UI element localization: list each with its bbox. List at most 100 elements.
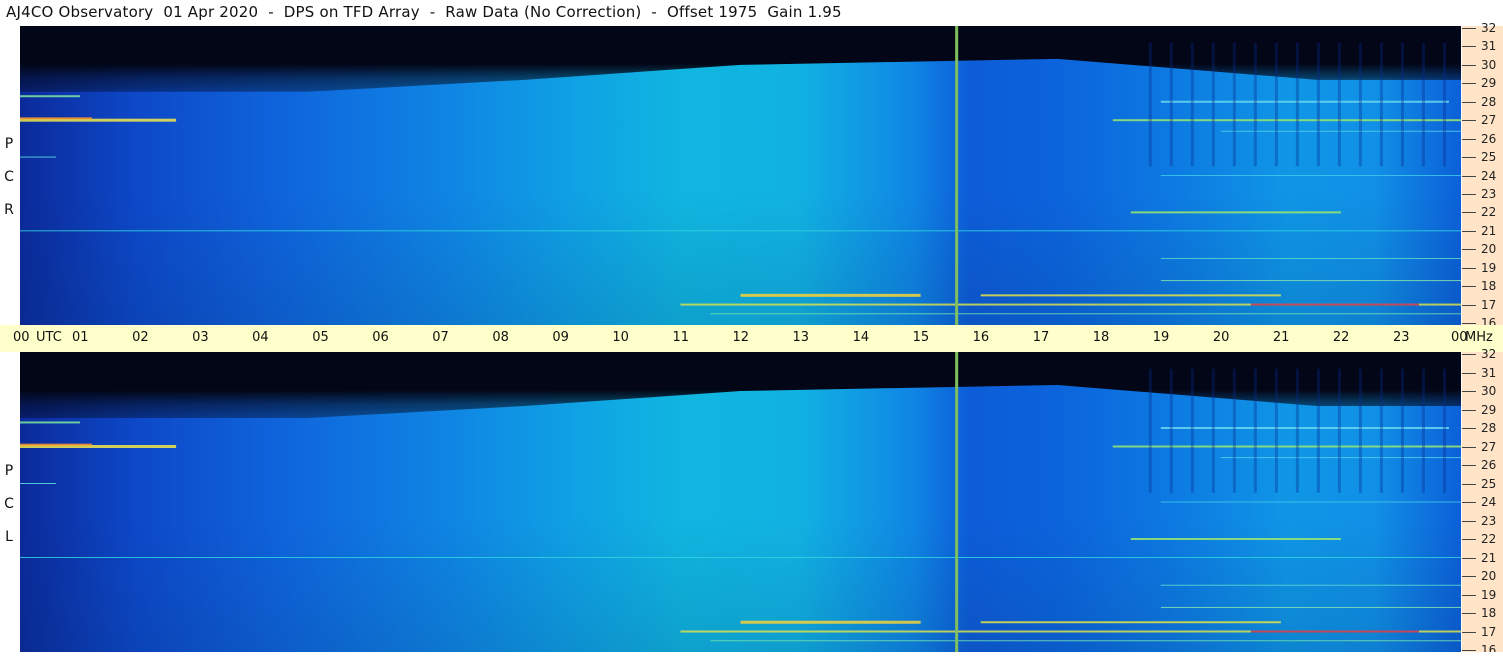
frequency-tick-label: 22 xyxy=(1481,532,1497,546)
frequency-tick xyxy=(1462,249,1476,251)
frequency-tick-label: 27 xyxy=(1481,439,1497,454)
frequency-tick xyxy=(1462,83,1476,85)
frequency-tick-label: 24 xyxy=(1481,168,1497,183)
time-tick-label: 23 xyxy=(1392,330,1410,345)
frequency-tick-label: 26 xyxy=(1481,458,1497,472)
emission-streak xyxy=(1160,584,1461,586)
frequency-tick xyxy=(1462,28,1476,29)
time-tick-label: 17 xyxy=(1032,330,1050,345)
time-tick-label: 20 xyxy=(1212,330,1230,345)
emission-streak xyxy=(20,557,1461,558)
frequency-tick-label: 18 xyxy=(1481,606,1497,620)
emission-streak xyxy=(20,483,57,484)
emission-streak xyxy=(1112,119,1461,122)
emission-streak xyxy=(1160,257,1461,259)
frequency-tick-label: 23 xyxy=(1481,513,1497,528)
frequency-tick-label: 31 xyxy=(1481,39,1497,54)
interference-band xyxy=(1337,42,1341,167)
time-tick-label: 00 xyxy=(1451,330,1468,345)
rcp-frequency-axis: 16 17 18 19 20 21 22 23 24 25 26 27 28 29 30 31 32 xyxy=(1462,21,1503,330)
frequency-tick-label: 29 xyxy=(1481,402,1497,417)
frequency-tick xyxy=(1462,650,1476,651)
time-tick-label: 19 xyxy=(1152,330,1170,345)
lcp-frequency-axis: 16 17 18 19 20 21 22 23 24 25 26 27 28 29 30 31 32 xyxy=(1462,347,1503,657)
interference-band xyxy=(1358,368,1362,493)
frequency-tick-label: 28 xyxy=(1481,94,1497,109)
frequency-tick-label: 17 xyxy=(1481,297,1497,312)
interference-band xyxy=(1400,368,1404,493)
interference-band xyxy=(1274,42,1278,167)
frequency-tick-label: 25 xyxy=(1481,150,1497,165)
interference-band xyxy=(1421,42,1425,167)
emission-streak xyxy=(710,313,1461,315)
frequency-tick-label: 23 xyxy=(1481,186,1497,201)
frequency-tick-label: 19 xyxy=(1481,260,1497,275)
interference-band xyxy=(1211,42,1215,167)
interference-band xyxy=(1253,42,1257,167)
emission-streak xyxy=(1160,606,1461,608)
pol-letter: P xyxy=(4,136,14,152)
emission-streak xyxy=(1220,457,1461,459)
interference-band xyxy=(1274,368,1278,493)
chart-title: AJ4CO Observatory 01 Apr 2020 - DPS on T… xyxy=(6,3,842,21)
interference-band xyxy=(1358,42,1362,167)
emission-streak xyxy=(20,95,81,98)
emission-streak xyxy=(1220,130,1461,132)
interference-band xyxy=(1169,368,1173,493)
frequency-tick xyxy=(1462,428,1476,429)
time-tick-label: 09 xyxy=(552,330,569,345)
interference-band xyxy=(1148,42,1152,167)
time-tick-label: 00 xyxy=(13,330,30,345)
interference-band xyxy=(1295,368,1299,493)
frequency-tick xyxy=(1462,212,1476,214)
time-tick-label: 18 xyxy=(1092,330,1110,345)
interference-band xyxy=(1400,42,1404,167)
interference-band xyxy=(1316,368,1320,493)
frequency-tick xyxy=(1462,409,1476,411)
time-tick-label: 07 xyxy=(432,330,449,345)
emission-streak xyxy=(710,640,1461,642)
emission-streak xyxy=(980,294,1281,297)
time-tick-label: 08 xyxy=(492,330,509,345)
time-marker-line xyxy=(955,26,959,325)
frequency-tick xyxy=(1462,502,1476,503)
time-tick-label: 10 xyxy=(612,330,629,345)
emission-streak xyxy=(1112,445,1461,448)
frequency-tick-label: 28 xyxy=(1481,421,1497,435)
time-tick-label: 11 xyxy=(672,330,689,345)
emission-streak xyxy=(740,293,921,297)
interference-band xyxy=(1379,42,1383,167)
emission-streak xyxy=(20,230,1461,232)
frequency-tick xyxy=(1462,175,1476,177)
frequency-tick-label: 19 xyxy=(1481,587,1497,602)
time-tick-label: 01 xyxy=(72,330,89,345)
emission-streak xyxy=(20,443,93,446)
frequency-tick xyxy=(1462,354,1476,355)
interference-band xyxy=(1232,368,1236,493)
frequency-tick xyxy=(1462,446,1476,448)
time-tick-label: 06 xyxy=(372,330,389,345)
frequency-tick-label: 17 xyxy=(1481,624,1497,639)
emission-streak xyxy=(20,117,93,120)
emission-streak xyxy=(1160,427,1449,429)
frequency-tick-label: 32 xyxy=(1481,347,1497,361)
rcp-label: P C R xyxy=(2,128,16,227)
pol-letter: L xyxy=(5,529,13,545)
emission-streak xyxy=(20,421,81,424)
emission-streak xyxy=(740,620,921,624)
time-tick-label: 05 xyxy=(312,330,329,345)
frequency-tick-label: 21 xyxy=(1481,223,1497,238)
frequency-tick-label: 24 xyxy=(1481,495,1497,509)
frequency-tick-label: 31 xyxy=(1481,365,1497,380)
utc-unit-label: UTC xyxy=(36,330,62,345)
frequency-tick xyxy=(1462,483,1476,485)
frequency-tick xyxy=(1462,465,1476,466)
pol-letter: P xyxy=(4,463,14,479)
interference-band xyxy=(1316,42,1320,167)
interference-band xyxy=(1442,368,1446,493)
time-tick-label: 21 xyxy=(1272,330,1290,345)
frequency-tick xyxy=(1462,101,1476,103)
frequency-tick-label: 26 xyxy=(1481,131,1497,146)
time-tick-label: 02 xyxy=(132,330,149,345)
emission-streak xyxy=(1130,538,1341,540)
